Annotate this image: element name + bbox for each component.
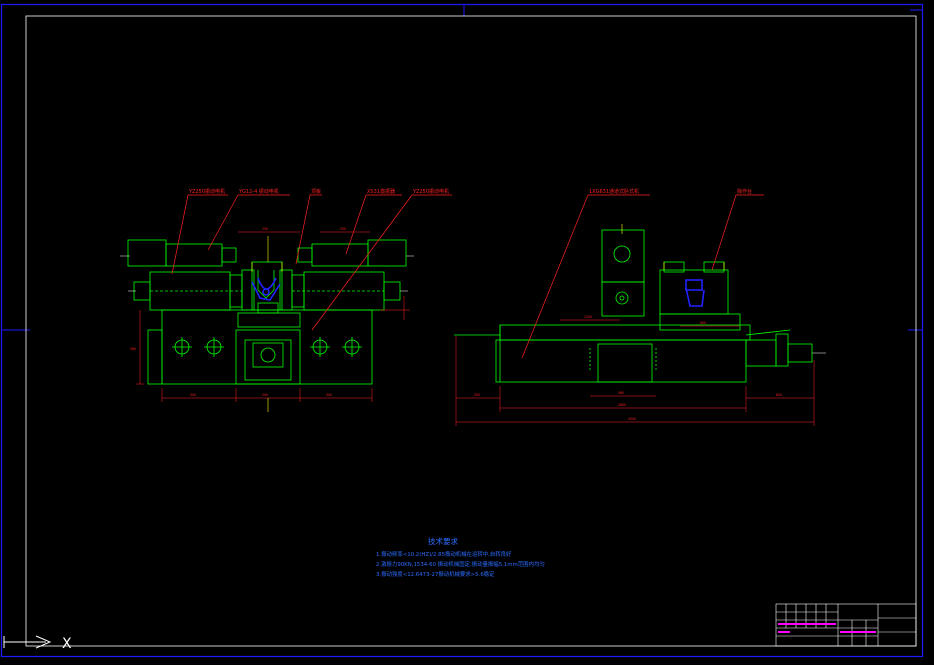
svg-text:2800: 2800 [618,403,626,407]
notes-line-2: 2.激振力90KN,1534-60 振动机械固定,振动量振幅5.1mm范围内均匀 [376,560,545,568]
svg-text:500: 500 [326,393,332,397]
svg-text:1200: 1200 [584,315,592,319]
callout-xs31: XS31激振器 [367,188,395,195]
svg-text:250: 250 [340,227,346,231]
callout-yz250-left: YZ250振动电机 [188,188,225,195]
cad-drawing-viewport[interactable]: 500 200 500 150 250 560 YZ250振动电机 YG12-4 振动… [0,0,934,661]
left-view-callouts: YZ250振动电机 YG12-4 振动电机 顶板 XS31激振器 YZ250振动… [188,188,449,195]
svg-text:560: 560 [618,391,624,395]
left-view: 500 200 500 150 250 560 [127,227,410,402]
callout-1xg631: 1XG631通道式卧式机 [589,188,639,195]
svg-text:900: 900 [700,321,706,325]
callout-top-plate: 顶板 [311,188,321,195]
notes-title: 技术要求 [428,536,458,546]
technical-notes: 技术要求 1.振动频率<10.2(HZ)/2.85振动机械在运转中,自转良好 2… [376,536,545,578]
left-view-axis [120,255,414,292]
svg-text:200: 200 [262,393,268,397]
ucs-x-label: X [62,636,72,652]
callout-yz250-right: YZ250振动电机 [412,188,449,195]
svg-text:560: 560 [130,347,136,351]
right-view-callouts: 1XG631通道式卧式机 操作台 [589,188,752,195]
callout-console: 操作台 [737,188,752,195]
svg-text:500: 500 [190,393,196,397]
right-view: 500 2800 4300 800 1200 900 560 [454,229,815,426]
left-view-highlight [251,277,281,301]
svg-text:800: 800 [776,393,782,397]
callout-yg12: YG12-4 振动电机 [238,188,279,195]
svg-text:4300: 4300 [628,417,636,421]
right-view-highlight [685,279,705,307]
drawing-canvas[interactable]: 500 200 500 150 250 560 YZ250振动电机 YG12-4 振动… [0,0,934,661]
notes-line-3: 3.振动强度<12.6473-27振动机械要求>5.6稳定 [376,570,495,578]
notes-line-1: 1.振动频率<10.2(HZ)/2.85振动机械在运转中,自转良好 [376,550,512,558]
svg-text:150: 150 [262,227,268,231]
title-block [775,603,917,647]
right-view-centerlines [621,224,725,270]
svg-text:500: 500 [474,393,480,397]
